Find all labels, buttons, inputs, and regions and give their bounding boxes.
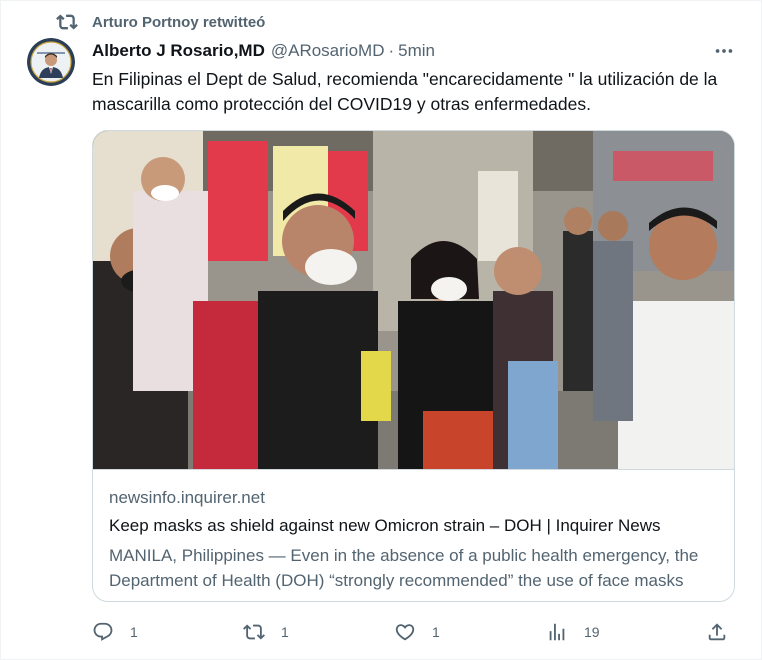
tweet-text: En Filipinas el Dept de Salud, recomiend… (92, 69, 718, 114)
share-button[interactable] (706, 618, 728, 646)
retweet-context[interactable]: Arturo Portnoy retwitteó (56, 11, 265, 33)
author-name[interactable]: Alberto J Rosario,MD (92, 41, 265, 61)
reply-count: 1 (130, 624, 138, 640)
like-button[interactable]: 1 (394, 618, 440, 646)
action-bar: 1 1 1 19 (92, 618, 738, 646)
views-button[interactable]: 19 (546, 618, 600, 646)
heart-icon (395, 624, 415, 641)
reply-button[interactable]: 1 (92, 618, 138, 646)
tweet-header: Alberto J Rosario,MD @ARosarioMD · 5min (92, 39, 435, 63)
separator-dot: · (388, 41, 395, 60)
tweet-timestamp[interactable]: 5min (398, 41, 435, 61)
card-domain: newsinfo.inquirer.net (109, 488, 265, 507)
crowd-wearing-masks-photo (93, 131, 734, 469)
views-count: 19 (584, 624, 600, 640)
more-icon (715, 49, 733, 53)
retweet-context-label[interactable]: Arturo Portnoy retwitteó (92, 14, 265, 31)
retweet-icon (56, 14, 78, 30)
more-options-button[interactable] (707, 39, 741, 63)
profile-photo (27, 38, 75, 86)
card-description: MANILA, Philippines — Even in the absenc… (109, 546, 699, 590)
share-icon (708, 623, 726, 641)
retweet-icon (243, 624, 265, 640)
like-count: 1 (432, 624, 440, 640)
card-title: Keep masks as shield against new Omicron… (109, 516, 661, 535)
retweet-count: 1 (281, 624, 289, 640)
retweet-button[interactable]: 1 (243, 618, 289, 646)
tweet[interactable]: Arturo Portnoy retwitteó Alberto J Rosar… (0, 0, 762, 660)
card-info[interactable]: newsinfo.inquirer.net Keep masks as shie… (93, 469, 734, 601)
author-handle[interactable]: @ARosarioMD (271, 41, 385, 61)
views-chart-icon (549, 623, 565, 641)
reply-icon (93, 622, 113, 641)
avatar[interactable] (27, 38, 75, 86)
card-image[interactable] (93, 131, 734, 469)
link-card[interactable]: newsinfo.inquirer.net Keep masks as shie… (92, 130, 735, 602)
